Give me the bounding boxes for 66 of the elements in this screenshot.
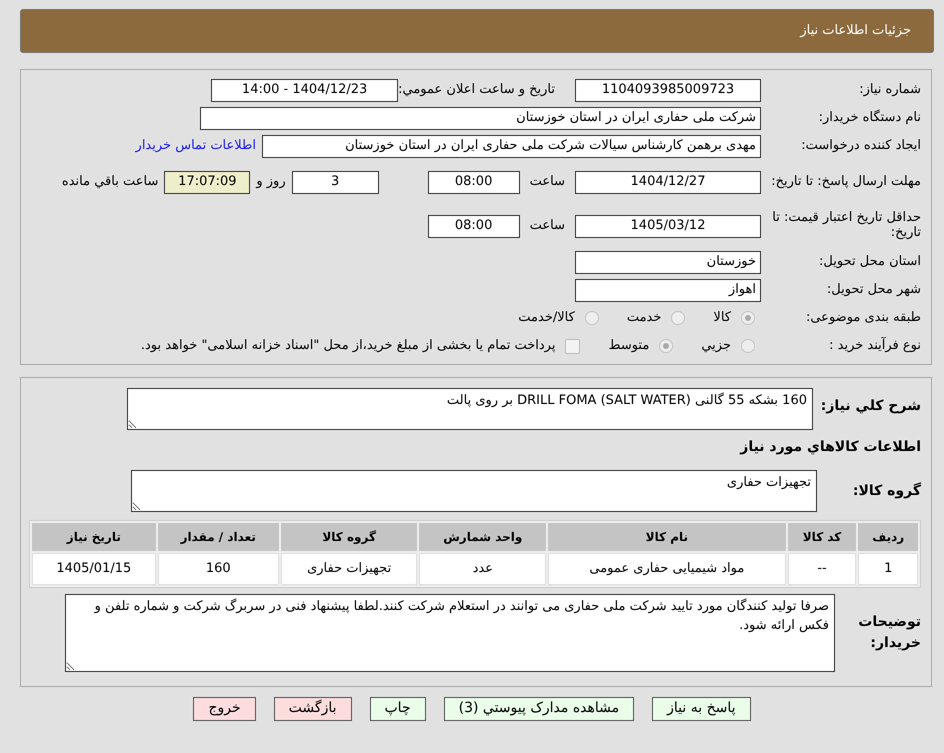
deadline-date-field: 1404/12/27 (575, 170, 761, 194)
field-label: گروه کالا: (852, 481, 921, 500)
field-label: نوع فرآیند خرید : (828, 338, 921, 354)
field-label: استان محل تحویل: (818, 254, 921, 270)
action-button[interactable]: خروج (193, 696, 256, 720)
radio-button[interactable] (741, 339, 755, 353)
table-cell: 1 (858, 553, 918, 584)
payment-note: پرداخت تمام یا بخشی از مبلغ خرید،از محل "اسناد خزانه اسلامی" خواهد بود. (140, 337, 556, 356)
radio-button[interactable] (671, 311, 686, 325)
field-label: روز و (256, 173, 286, 192)
radio-label: جزيي (701, 337, 731, 356)
field-label: حداقل تاریخ اعتبار قیمت: تا تاریخ: (771, 211, 921, 241)
radio-button[interactable] (659, 339, 674, 353)
notes-field[interactable]: صرفا تولید کنندگان مورد تایید شرکت ملی حفاری می توانند در استعلام شرکت کنند.لطفا پیشنهاد فنی در سربرگ شرکت و شماره تلفن و فکس ارائه شود. (65, 594, 835, 672)
field-label: تاريخ و ساعت اعلان عمومي: (398, 81, 555, 100)
section-title: اطلاعات کالاهاي مورد نياز (740, 438, 921, 456)
city-field: اهواز (575, 278, 761, 302)
table-cell: عدد (419, 553, 546, 584)
buyer-name-field: شرکت ملی حفاری ایران در استان خوزستان (200, 106, 761, 130)
requester-field: مهدی برهمن کارشناس سیالات شرکت ملی حفاری ایران در استان خوزستان (262, 134, 761, 158)
field-label: ساعت (530, 173, 565, 192)
validity-time-field: 08:00 (428, 214, 520, 238)
radio-label: کالا/خدمت (518, 309, 575, 328)
radio-label: متوسط (608, 337, 650, 356)
column-header: نام کالا (548, 523, 786, 551)
table-cell: 160 (158, 553, 279, 584)
goods-group-field[interactable]: تجهیزات حفاری (131, 470, 817, 512)
field-label: شماره نیاز: (858, 82, 921, 98)
field-label: مهلت ارسال پاسخ: تا تاریخ: (770, 174, 921, 190)
remaining-time-field: 17:07:09 (164, 170, 250, 194)
table-cell: مواد شیمیایی حفاری عمومی (548, 553, 786, 584)
checkbox[interactable] (565, 338, 580, 354)
column-header: رديف (858, 523, 918, 551)
validity-date-field: 1405/03/12 (575, 214, 761, 238)
page-title: جزئیات اطلاعات نیاز (800, 22, 911, 40)
action-button[interactable]: پاسخ به نياز (652, 696, 751, 720)
field-label: طبقه بندی موضوعی: (804, 310, 921, 326)
table-cell: تجهیزات حفاری (280, 553, 418, 584)
field-label: ساعت (530, 217, 565, 236)
radio-button[interactable] (584, 311, 599, 325)
field-label: ایجاد کننده درخواست: (800, 138, 921, 154)
field-label: نام دستگاه خریدار: (818, 110, 921, 126)
action-button[interactable]: چاپ (370, 696, 426, 720)
radio-label: خدمت (626, 309, 662, 328)
column-header: کد کالا (788, 523, 856, 551)
column-header: واحد شمارش (419, 523, 546, 551)
radio-label: کالا (713, 309, 731, 328)
table-cell: 1405/01/15 (32, 553, 156, 584)
need-number-field: 1104093985009723 (575, 78, 761, 102)
column-header: تاریخ نیاز (32, 523, 156, 551)
action-button[interactable]: بازگشت (274, 696, 352, 720)
field-label: توضیحات خریدار: (857, 612, 921, 652)
column-header: گروه کالا (280, 523, 418, 551)
contact-link[interactable]: اطلاعات تماس خریدار (136, 136, 256, 156)
announce-date-field: 1404/12/23 - 14:00 (211, 78, 398, 102)
field-label: شهر محل تحویل: (826, 282, 921, 298)
column-header: تعداد / مقدار (158, 523, 279, 551)
province-field: خوزستان (575, 250, 761, 274)
radio-button[interactable] (741, 311, 755, 325)
field-label: ساعت باقي مانده (62, 173, 158, 192)
days-field: 3 (292, 170, 379, 194)
table-cell: -- (788, 553, 856, 584)
description-field[interactable]: 160 بشکه 55 گالنی DRILL FOMA (SALT WATER) بر روی پالت (127, 388, 813, 430)
deadline-time-field: 08:00 (428, 170, 520, 194)
action-button[interactable]: مشاهده مدارک پيوستي (3) (444, 696, 634, 720)
field-label: شرح کلي نياز: (820, 397, 921, 416)
